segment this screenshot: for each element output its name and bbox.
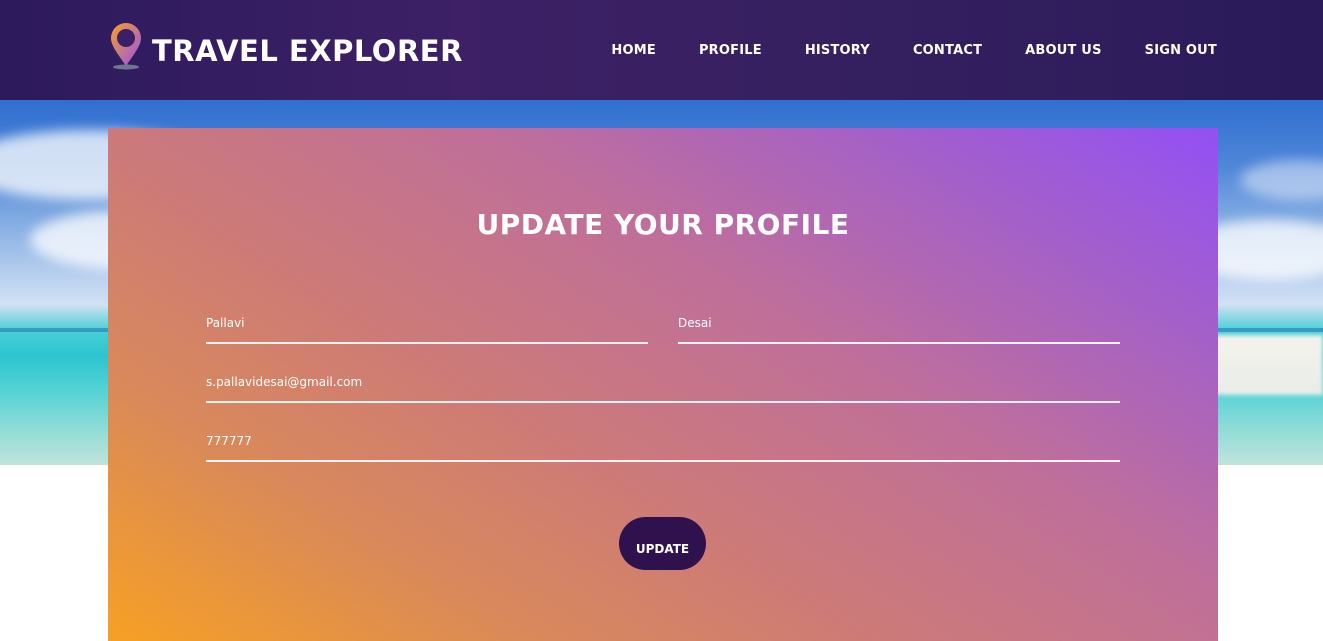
page: TRAVEL EXPLORER HOME PROFILE HISTORY CON… — [0, 0, 1323, 641]
update-profile-card: UPDATE YOUR PROFILE UPDATE — [108, 128, 1218, 641]
brand-title: TRAVEL EXPLORER — [152, 34, 463, 68]
nav-history[interactable]: HISTORY — [805, 43, 870, 58]
nav-sign-out[interactable]: SIGN OUT — [1145, 43, 1217, 58]
nav-about-us[interactable]: ABOUT US — [1025, 43, 1102, 58]
map-pin-icon — [108, 22, 144, 74]
page-title: UPDATE YOUR PROFILE — [476, 208, 850, 241]
main-nav: HOME PROFILE HISTORY CONTACT ABOUT US SI… — [568, 43, 1217, 58]
update-button[interactable]: UPDATE — [619, 517, 706, 570]
nav-contact[interactable]: CONTACT — [913, 43, 982, 58]
brand-logo[interactable]: TRAVEL EXPLORER — [108, 22, 463, 74]
email-field[interactable] — [206, 375, 1120, 403]
top-navbar: TRAVEL EXPLORER HOME PROFILE HISTORY CON… — [0, 0, 1323, 100]
last-name-field[interactable] — [678, 316, 1120, 344]
nav-home[interactable]: HOME — [611, 43, 656, 58]
phone-field[interactable] — [206, 434, 1120, 462]
first-name-field[interactable] — [206, 316, 648, 344]
nav-profile[interactable]: PROFILE — [699, 43, 762, 58]
